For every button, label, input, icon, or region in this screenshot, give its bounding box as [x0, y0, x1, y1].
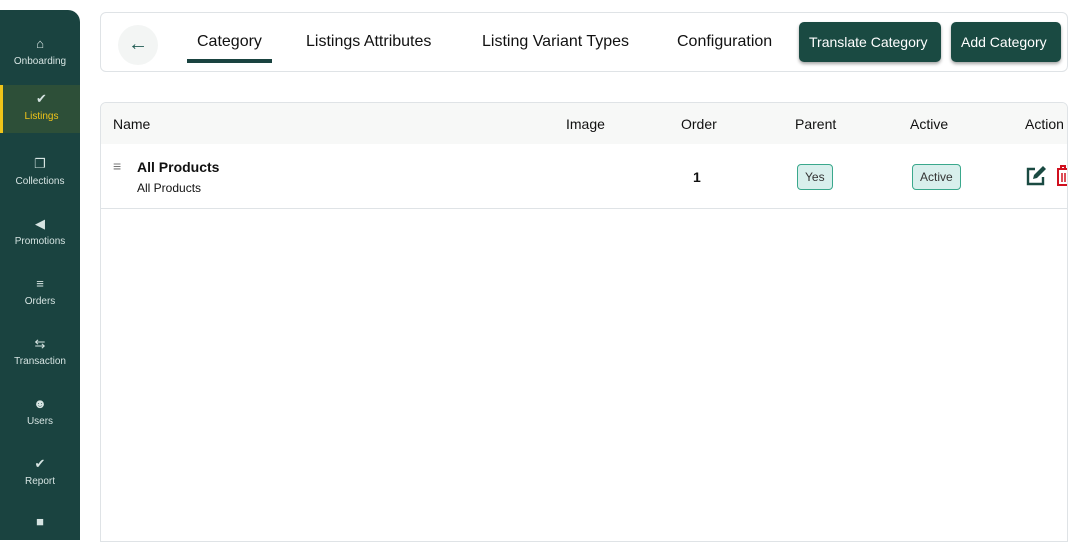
header-parent: Parent: [795, 116, 837, 132]
copy-icon: ❐: [34, 156, 46, 171]
drag-handle-icon[interactable]: ≡: [113, 158, 121, 174]
sidebar-item-folder[interactable]: ■: [0, 508, 80, 540]
clipboard-check-icon: ✔: [34, 456, 46, 471]
table-header: Name Image Order Parent Active Action: [101, 103, 1067, 144]
category-table: Name Image Order Parent Active Action ≡ …: [100, 102, 1068, 542]
sidebar-item-orders[interactable]: ≡ Orders: [0, 270, 80, 318]
tab-listing-variant-types[interactable]: Listing Variant Types: [482, 33, 629, 51]
header-name: Name: [113, 116, 151, 132]
users-icon: ☻: [33, 396, 47, 411]
add-category-button[interactable]: Add Category: [951, 22, 1061, 62]
sidebar: ⌂ Onboarding ✔ Listings ❐ Collections ◀ Prom…: [0, 10, 80, 540]
header-action: Action: [1025, 116, 1064, 132]
megaphone-icon: ◀: [35, 216, 45, 231]
back-button[interactable]: ←: [118, 25, 158, 65]
sidebar-item-listings[interactable]: ✔ Listings: [0, 85, 80, 133]
sidebar-item-collections[interactable]: ❐ Collections: [0, 150, 80, 198]
sidebar-item-users[interactable]: ☻ Users: [0, 390, 80, 438]
sidebar-item-transaction[interactable]: ⇆ Transaction: [0, 330, 80, 378]
topbar: ← Category Listings Attributes Listing V…: [100, 12, 1068, 72]
folder-icon: ■: [36, 514, 44, 529]
status-badge: Active: [912, 164, 961, 190]
sidebar-item-promotions[interactable]: ◀ Promotions: [0, 210, 80, 258]
parent-badge: Yes: [797, 164, 833, 190]
header-order: Order: [681, 116, 717, 132]
trash-icon[interactable]: [1056, 165, 1068, 187]
clipboard-check-icon: ✔: [36, 91, 47, 106]
tab-configuration[interactable]: Configuration: [677, 33, 772, 51]
tab-category[interactable]: Category: [187, 33, 272, 63]
category-subtitle: All Products: [137, 181, 202, 195]
home-icon: ⌂: [36, 36, 44, 51]
translate-category-button[interactable]: Translate Category: [799, 22, 941, 62]
header-image: Image: [566, 116, 605, 132]
database-icon: ≡: [36, 276, 44, 291]
header-active: Active: [910, 116, 949, 132]
arrow-left-icon: ←: [128, 33, 148, 55]
sidebar-item-onboarding[interactable]: ⌂ Onboarding: [0, 30, 80, 78]
exchange-icon: ⇆: [34, 336, 46, 351]
table-row: ≡ All Products All Products 1 Yes Active: [101, 144, 1067, 209]
tab-listings-attributes[interactable]: Listings Attributes: [306, 33, 431, 51]
category-name: All Products: [137, 159, 220, 175]
edit-icon[interactable]: [1025, 165, 1047, 187]
sidebar-item-report[interactable]: ✔ Report: [0, 450, 80, 498]
order-value: 1: [693, 169, 701, 185]
